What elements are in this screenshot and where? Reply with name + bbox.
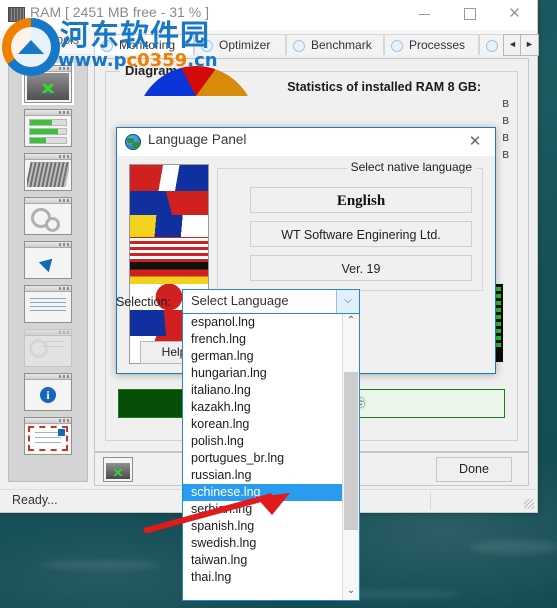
list-item[interactable]: russian.lng (183, 467, 343, 484)
sidebar-item-memory-chip[interactable] (24, 153, 72, 191)
scroll-up-icon[interactable]: ⌃ (343, 314, 359, 330)
language-dropdown-list[interactable]: espanol.lng french.lng german.lng hungar… (182, 313, 360, 601)
version-field: Ver. 19 (250, 255, 472, 281)
tab-label: Processes (409, 38, 466, 52)
tab-benchmark[interactable]: Benchmark (286, 34, 384, 55)
sidebar: i (8, 58, 88, 482)
list-item[interactable]: german.lng (183, 348, 343, 365)
envelope-icon (28, 426, 68, 451)
maximize-button[interactable] (447, 0, 492, 28)
dialog-titlebar[interactable]: Language Panel ✕ (117, 128, 495, 156)
tab-radio-icon (293, 40, 305, 52)
list-item[interactable]: thai.lng (183, 569, 343, 586)
shortcut-arrow-icon (38, 253, 58, 272)
company-field: WT Software Enginering Ltd. (250, 221, 472, 247)
tab-monitoring[interactable]: Monitoring (94, 34, 194, 55)
scrollbar-thumb[interactable] (344, 372, 358, 530)
combobox-value: Select Language (191, 293, 289, 308)
tab-label: Benchmark (311, 38, 372, 52)
info-icon: i (40, 386, 56, 403)
gear-icon (27, 205, 69, 232)
sidebar-item-memory-bars[interactable] (24, 109, 72, 147)
tab-label: Optimizer (219, 38, 271, 52)
list-item[interactable]: swedish.lng (183, 535, 343, 552)
language-select-combobox[interactable]: Select Language ⌵ (182, 289, 360, 314)
sidebar-item-task-scheduler[interactable] (24, 329, 72, 367)
window-titlebar[interactable]: RAM [ 2451 MB free - 31 % ] ✕ (0, 0, 537, 30)
close-button[interactable]: ✕ (492, 0, 537, 28)
axis-tick: B (502, 116, 509, 127)
sidebar-item-monitoring-diagram[interactable] (22, 63, 74, 105)
bars-icon (27, 117, 69, 144)
menu-item-file[interactable]: File (12, 33, 32, 47)
list-item[interactable]: polish.lng (183, 433, 343, 450)
memory-chip-icon (27, 162, 69, 187)
dialog-title: Language Panel (148, 132, 247, 147)
done-button[interactable]: Done (436, 457, 512, 482)
resize-grip[interactable] (524, 499, 534, 509)
sidebar-item-process-list[interactable] (24, 285, 72, 323)
selection-label: Selection: (116, 295, 171, 309)
list-item[interactable]: french.lng (183, 331, 343, 348)
native-language-groupbox: Select native language English WT Softwa… (217, 160, 483, 291)
native-language-groupbox-label: Select native language (346, 160, 476, 174)
diagram-small-icon (103, 457, 133, 482)
list-item[interactable]: taiwan.lng (183, 552, 343, 569)
dialog-close-button[interactable]: ✕ (455, 128, 495, 155)
list-item[interactable]: korean.lng (183, 416, 343, 433)
tab-label: Monitoring (119, 38, 176, 52)
tab-radio-icon (391, 40, 403, 52)
dropdown-items: espanol.lng french.lng german.lng hungar… (183, 314, 343, 586)
list-item[interactable]: kazakh.lng (183, 399, 343, 416)
scroll-down-icon[interactable]: ⌄ (343, 584, 359, 600)
globe-icon (125, 134, 141, 150)
tabstrip: Monitoring Optimizer Benchmark Processes… (94, 34, 539, 56)
axis-tick: B (502, 150, 509, 161)
list-item-selected[interactable]: schinese.lng (183, 484, 343, 501)
list-item[interactable]: spanish.lng (183, 518, 343, 535)
list-item[interactable]: italiano.lng (183, 382, 343, 399)
sidebar-item-shortcut-arrow[interactable] (24, 241, 72, 279)
axis-tick: B (502, 99, 509, 110)
language-name-field: English (250, 187, 472, 213)
menu-item-tools[interactable]: Tools (50, 33, 79, 47)
tab-optimizer[interactable]: Optimizer (194, 34, 286, 55)
window-title: RAM [ 2451 MB free - 31 % ] (30, 4, 209, 20)
list-item[interactable]: serbian.lng (183, 501, 343, 518)
status-text: Ready... (12, 493, 58, 507)
chart-icon (27, 73, 69, 100)
tab-radio-icon (201, 40, 213, 52)
statistics-title: Statistics of installed RAM 8 GB: (287, 80, 481, 94)
sidebar-item-contact-mail[interactable] (24, 417, 72, 455)
list-item[interactable]: portugues_br.lng (183, 450, 343, 467)
sidebar-item-settings-gears[interactable] (24, 197, 72, 235)
tab-radio-icon (486, 40, 498, 52)
minimize-button[interactable] (402, 0, 447, 28)
chip-icon (8, 7, 25, 22)
axis-tick: B (502, 133, 509, 144)
tab-processes[interactable]: Processes (384, 34, 479, 55)
list-item[interactable]: espanol.lng (183, 314, 343, 331)
dropdown-scrollbar[interactable]: ⌃ ⌄ (342, 314, 359, 600)
chevron-down-icon[interactable]: ⌵ (336, 290, 359, 313)
sidebar-item-about-info[interactable]: i (24, 373, 72, 411)
chart-axis-labels: B B B B (502, 96, 509, 164)
checklist-gear-icon (27, 337, 69, 364)
tab-scroll-next-button[interactable]: ► (520, 34, 539, 56)
list-icon (27, 293, 69, 320)
tab-radio-icon (101, 40, 113, 52)
list-item[interactable]: hungarian.lng (183, 365, 343, 382)
